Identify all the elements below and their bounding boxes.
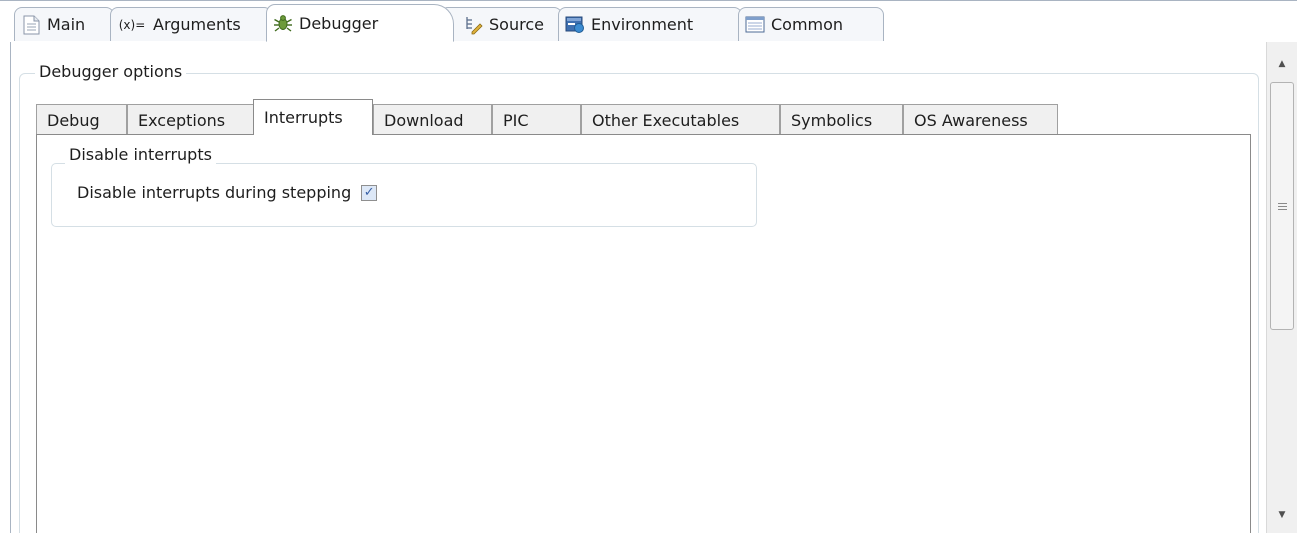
arrow-up-icon: ▲ bbox=[1278, 59, 1286, 69]
launch-config-tabs: Main (x)= Arguments Debugger Source Envi… bbox=[0, 0, 1297, 42]
tab-os-awareness-label: OS Awareness bbox=[914, 110, 1028, 130]
tab-debug-label: Debug bbox=[47, 110, 100, 130]
tab-main-label: Main bbox=[47, 15, 86, 34]
check-icon: ✓ bbox=[363, 185, 375, 200]
grip-icon bbox=[1277, 202, 1287, 210]
tab-environment[interactable]: Environment bbox=[558, 7, 742, 41]
scroll-thumb[interactable] bbox=[1270, 82, 1294, 330]
bug-icon bbox=[273, 13, 293, 33]
tab-common[interactable]: Common bbox=[738, 7, 884, 41]
vertical-scrollbar[interactable]: ▲ ▼ bbox=[1266, 42, 1297, 533]
tab-other-executables-label: Other Executables bbox=[592, 110, 740, 130]
tab-symbolics-label: Symbolics bbox=[791, 110, 873, 130]
tab-arguments-label: Arguments bbox=[153, 15, 241, 34]
disable-interrupts-legend: Disable interrupts bbox=[65, 145, 216, 164]
document-icon bbox=[21, 15, 41, 35]
tab-other-executables[interactable]: Other Executables bbox=[581, 104, 780, 135]
tab-environment-label: Environment bbox=[591, 15, 694, 34]
interrupts-tab-content: Disable interrupts Disable interrupts du… bbox=[36, 134, 1251, 533]
source-lookup-icon bbox=[463, 15, 483, 35]
tab-pic[interactable]: PIC bbox=[492, 104, 581, 135]
tab-pic-label: PIC bbox=[503, 110, 529, 130]
tab-main[interactable]: Main bbox=[14, 7, 114, 41]
tab-debug[interactable]: Debug bbox=[36, 104, 127, 135]
tab-exceptions[interactable]: Exceptions bbox=[127, 104, 254, 135]
debugger-options-legend: Debugger options bbox=[35, 62, 187, 81]
disable-interrupts-checkbox[interactable]: ✓ bbox=[361, 184, 378, 201]
tab-download[interactable]: Download bbox=[373, 104, 492, 135]
tab-download-label: Download bbox=[384, 110, 464, 130]
variables-icon: (x)= bbox=[118, 17, 146, 32]
arrow-down-icon: ▼ bbox=[1278, 510, 1286, 520]
tab-source-label: Source bbox=[489, 15, 544, 34]
tab-debugger[interactable]: Debugger bbox=[266, 4, 454, 42]
tab-debugger-label: Debugger bbox=[299, 13, 379, 33]
tab-source[interactable]: Source bbox=[440, 7, 562, 41]
debugger-tab-content: Debugger options Debug Exceptions Interr… bbox=[10, 42, 1266, 533]
tab-common-label: Common bbox=[771, 15, 844, 34]
tab-interrupts[interactable]: Interrupts bbox=[253, 99, 373, 135]
tab-interrupts-label: Interrupts bbox=[264, 108, 343, 127]
scroll-up-button[interactable]: ▲ bbox=[1267, 52, 1297, 76]
scroll-down-button[interactable]: ▼ bbox=[1267, 503, 1297, 527]
common-icon bbox=[745, 15, 765, 35]
tab-exceptions-label: Exceptions bbox=[138, 110, 226, 130]
tab-arguments[interactable]: (x)= Arguments bbox=[110, 7, 272, 41]
tab-os-awareness[interactable]: OS Awareness bbox=[903, 104, 1058, 135]
tab-symbolics[interactable]: Symbolics bbox=[780, 104, 903, 135]
environment-icon bbox=[565, 15, 585, 35]
disable-interrupts-row: Disable interrupts during stepping ✓ bbox=[77, 183, 378, 202]
disable-interrupts-label: Disable interrupts during stepping bbox=[77, 183, 352, 202]
